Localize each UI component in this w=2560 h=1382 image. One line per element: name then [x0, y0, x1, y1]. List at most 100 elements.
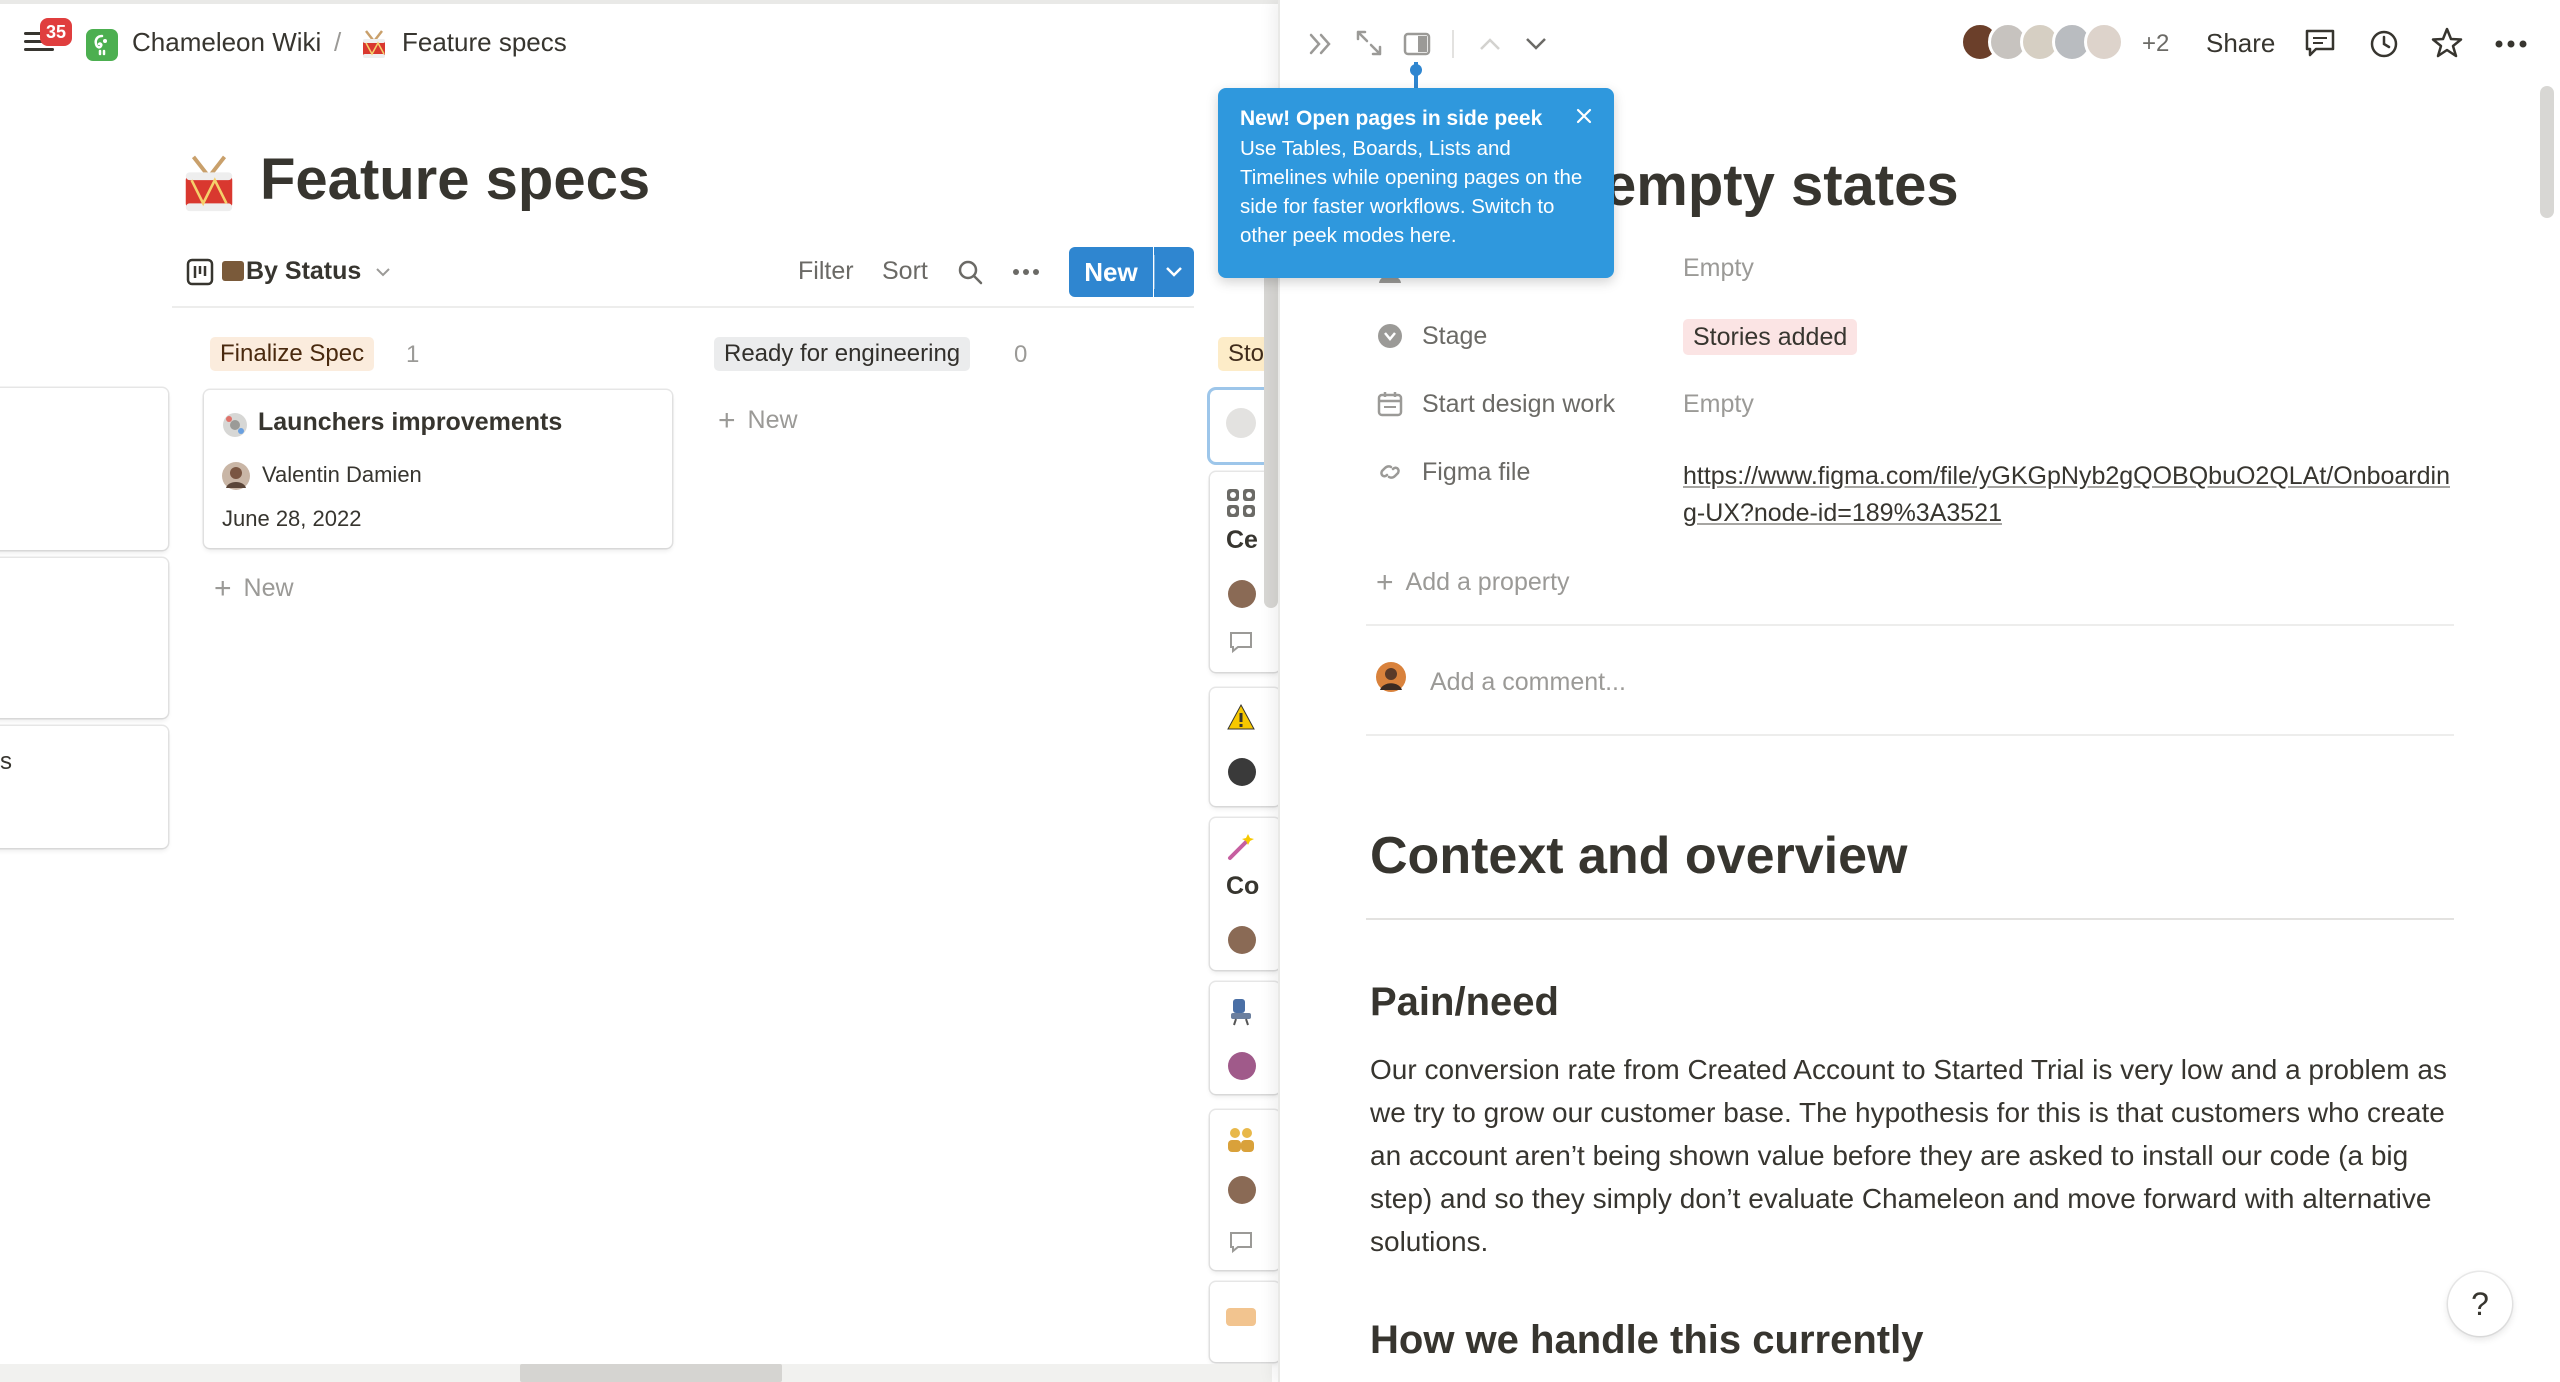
link-icon	[1376, 458, 1404, 486]
status-icon	[1376, 322, 1404, 350]
plus-icon: +	[1376, 566, 1394, 599]
toolbar-separator	[1452, 30, 1454, 58]
warning-icon	[1226, 702, 1256, 732]
more-options-icon[interactable]	[2492, 30, 2530, 58]
stage-tag[interactable]: Stories added	[1683, 319, 1858, 355]
chevron-down-icon[interactable]	[1522, 34, 1550, 54]
tooltip-pointer-dot	[1410, 64, 1422, 76]
people-icon	[1226, 1124, 1256, 1154]
column-header-ready-for-engineering[interactable]: Ready for engineering	[714, 337, 971, 371]
extra-collaborators-count[interactable]: +2	[2142, 30, 2169, 58]
properties-divider	[1366, 624, 2454, 626]
add-card-button[interactable]: + New	[214, 572, 294, 606]
card-index-icon	[222, 261, 244, 281]
tooltip-title: New! Open pages in side peek	[1240, 107, 1543, 130]
heading-context-and-overview: Context and overview	[1370, 827, 1908, 885]
board-card[interactable]	[0, 558, 168, 718]
heading-underline	[1366, 918, 2454, 920]
avatar	[1228, 1052, 1256, 1080]
peek-vertical-scrollbar[interactable]	[2540, 86, 2554, 218]
add-card-button[interactable]: + New	[718, 404, 798, 438]
more-options-icon[interactable]	[1010, 258, 1042, 286]
breadcrumb-separator: /	[334, 27, 342, 57]
peek-mode-icon[interactable]	[1402, 30, 1432, 58]
help-button[interactable]: ?	[2448, 1272, 2512, 1336]
star-icon[interactable]	[2430, 26, 2464, 60]
tooltip-body: Use Tables, Boards, Lists and Timelines …	[1240, 137, 1583, 247]
breadcrumb-current-page[interactable]: Feature specs	[402, 27, 567, 58]
card-title-partial: Ce	[1226, 526, 1258, 554]
close-icon[interactable]	[1574, 106, 1594, 126]
board-card[interactable]	[1210, 1110, 1280, 1270]
new-item-button[interactable]: New	[1069, 247, 1153, 297]
header-divider	[172, 306, 1194, 308]
card-title-partial: s	[0, 748, 12, 775]
placeholder-icon	[1226, 408, 1256, 438]
add-property-button[interactable]: + Add a property	[1376, 566, 1570, 600]
board-card[interactable]	[0, 388, 168, 550]
notification-badge: 35	[40, 18, 72, 46]
card-title: Launchers improvements	[258, 408, 563, 436]
chair-icon	[1226, 996, 1256, 1026]
board-card[interactable]	[0, 726, 168, 848]
chevron-down-icon[interactable]	[374, 266, 392, 278]
clock-icon[interactable]	[2368, 28, 2400, 60]
close-peek-icon[interactable]	[1306, 30, 1338, 58]
property-value[interactable]: Empty	[1683, 254, 1754, 283]
board-card[interactable]: Co	[1210, 818, 1280, 970]
view-selector[interactable]: By Status	[222, 257, 361, 286]
plus-icon: +	[214, 572, 232, 605]
avatar	[1228, 926, 1256, 954]
peek-page-title[interactable]: empty states	[1604, 152, 1959, 219]
collaborator-avatars[interactable]	[1960, 22, 2170, 64]
card-title-partial: Co	[1226, 872, 1260, 900]
board-horizontal-scroll-thumb[interactable]	[520, 1364, 782, 1382]
wand-icon	[1226, 832, 1256, 862]
comments-divider	[1366, 734, 2454, 736]
comment-icon	[1228, 630, 1254, 654]
property-label[interactable]: Start design work	[1422, 390, 1615, 419]
chevron-down-icon	[1166, 267, 1182, 277]
column-count: 0	[1014, 341, 1028, 368]
heading-pain-need: Pain/need	[1370, 980, 1559, 1024]
avatar	[222, 462, 250, 490]
board-card[interactable]	[1210, 982, 1280, 1094]
plus-icon: +	[718, 404, 736, 437]
paragraph-pain-need: Our conversion rate from Created Account…	[1370, 1054, 2447, 1257]
heading-how-we-handle: How we handle this currently	[1370, 1318, 1924, 1362]
property-label[interactable]: Stage	[1422, 322, 1487, 351]
property-label[interactable]: Figma file	[1422, 458, 1530, 487]
breadcrumb-workspace[interactable]: Chameleon Wiki	[132, 27, 321, 58]
board-view-icon[interactable]	[186, 258, 214, 286]
view-name-label: By Status	[246, 257, 362, 285]
page-title[interactable]: Feature specs	[260, 146, 650, 213]
drum-icon	[358, 28, 390, 60]
side-peek-tooltip: New! Open pages in side peek Use Tables,…	[1218, 88, 1614, 278]
search-icon[interactable]	[956, 258, 984, 286]
comment-icon	[1228, 1230, 1254, 1254]
grid-emoji-icon	[1226, 488, 1256, 518]
board-card[interactable]	[1210, 1282, 1280, 1362]
chevron-up-icon[interactable]	[1476, 34, 1504, 54]
launcher-icon	[220, 410, 250, 440]
share-button[interactable]: Share	[2206, 28, 2275, 59]
board-card[interactable]	[1210, 688, 1280, 806]
column-header-finalize-spec[interactable]: Finalize Spec	[210, 337, 375, 371]
tag-icon	[1226, 1308, 1256, 1326]
card-person: Valentin Damien	[262, 462, 422, 487]
avatar	[1228, 1176, 1256, 1204]
property-value[interactable]: Empty	[1683, 390, 1754, 419]
figma-link[interactable]: https://www.figma.com/file/yGKGpNyb2gQOB…	[1683, 458, 2453, 532]
avatar	[1228, 758, 1256, 786]
column-count: 1	[406, 341, 420, 368]
expand-full-page-icon[interactable]	[1354, 28, 1384, 58]
card-date: June 28, 2022	[222, 506, 362, 531]
filter-button[interactable]: Filter	[798, 257, 854, 286]
workspace-logo-icon	[86, 29, 118, 61]
avatar	[2084, 22, 2124, 62]
comments-icon[interactable]	[2304, 28, 2336, 58]
page-drum-icon[interactable]	[178, 152, 240, 216]
new-item-dropdown-button[interactable]	[1154, 247, 1194, 297]
sort-button[interactable]: Sort	[882, 257, 928, 286]
comment-input[interactable]: Add a comment...	[1430, 668, 1626, 697]
